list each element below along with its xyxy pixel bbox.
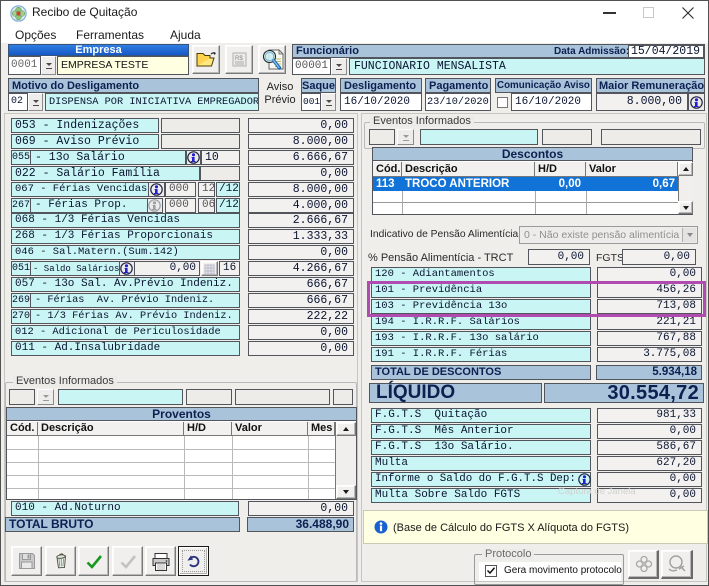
svg-text:R$: R$ [235,56,243,62]
